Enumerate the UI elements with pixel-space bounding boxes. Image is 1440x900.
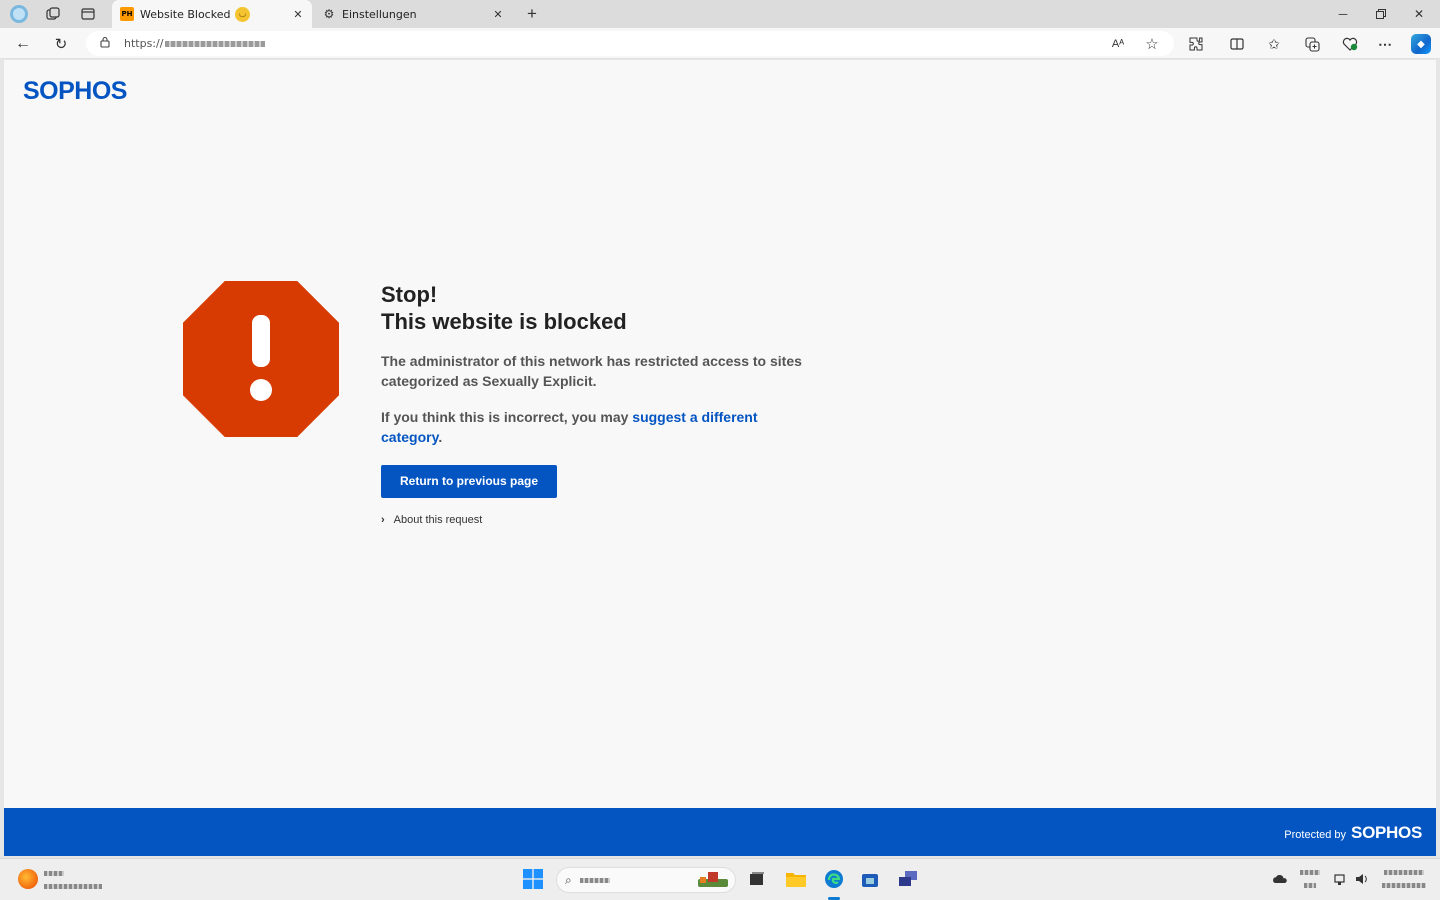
favorite-star-icon[interactable]: ☆ <box>1142 34 1162 54</box>
emoji-face-icon: ◡ <box>235 6 250 22</box>
edge-browser-icon[interactable] <box>822 867 846 891</box>
return-to-previous-page-button[interactable]: Return to previous page <box>381 465 558 498</box>
url-text: https:// <box>124 37 266 50</box>
tab-actions-icon[interactable] <box>77 4 99 24</box>
weather-text-redacted <box>44 871 64 876</box>
protected-by: Protected by SOPHOS <box>1284 823 1422 843</box>
browser-essentials-icon[interactable] <box>1340 34 1360 54</box>
extensions-icon[interactable] <box>1186 34 1206 54</box>
search-placeholder-redacted <box>579 877 610 883</box>
weather-text-redacted <box>44 884 102 889</box>
restriction-message: The administrator of this network has re… <box>381 353 802 389</box>
sophos-logo: SOPHOS <box>23 77 127 105</box>
clock-time-redacted[interactable] <box>1384 870 1424 875</box>
copilot-icon[interactable]: ◆ <box>1411 34 1431 54</box>
about-request-label: About this request <box>393 514 483 526</box>
suggest-message: If you think this is incorrect, you may … <box>381 407 821 447</box>
about-request-toggle[interactable]: › About this request <box>381 514 821 526</box>
volume-icon[interactable] <box>1353 870 1371 888</box>
chevron-right-icon: › <box>381 514 385 526</box>
refresh-icon[interactable]: ↻ <box>51 34 71 54</box>
onedrive-cloud-icon[interactable] <box>1270 871 1290 887</box>
network-icon[interactable] <box>1332 870 1350 888</box>
split-screen-icon[interactable] <box>1227 34 1247 54</box>
url-redacted <box>165 41 266 47</box>
sophos-footer: Protected by SOPHOS <box>4 808 1436 856</box>
search-highlight-icon[interactable] <box>695 868 731 890</box>
page-title-blocked: This website is blocked <box>381 309 627 334</box>
tab-title: Website Blocked <box>140 7 231 21</box>
search-icon: ⌕ <box>565 872 572 887</box>
tab-website-blocked[interactable]: PH Website Blocked ◡ ✕ <box>112 0 312 28</box>
collections-icon[interactable] <box>1302 34 1322 54</box>
new-tab-button[interactable]: + <box>521 4 543 24</box>
tab-einstellungen[interactable]: ⚙ Einstellungen ✕ <box>314 0 512 28</box>
clock-date-redacted <box>1382 883 1426 888</box>
task-view-icon[interactable] <box>747 869 767 889</box>
more-options-icon[interactable]: ⋯ <box>1375 34 1395 54</box>
file-explorer-icon[interactable] <box>785 868 807 890</box>
back-icon[interactable]: ← <box>13 34 33 54</box>
language-indicator-redacted <box>1304 883 1316 888</box>
protected-by-label: Protected by <box>1284 829 1347 841</box>
close-tab-icon[interactable]: ✕ <box>490 8 506 21</box>
suggest-suffix: . <box>438 429 443 445</box>
restore-icon[interactable] <box>1371 5 1391 23</box>
language-indicator-redacted[interactable] <box>1300 870 1320 875</box>
gear-icon: ⚙ <box>323 7 335 21</box>
blocked-page: SOPHOS Stop! This website is blocked The… <box>4 60 1436 856</box>
stop-warning-icon <box>183 281 339 437</box>
browser-toolbar: ← ↻ https:// Aᴬ ☆ ✩ ⋯ ◆ <box>0 28 1440 59</box>
favorites-icon[interactable]: ✩ <box>1264 34 1284 54</box>
close-tab-icon[interactable]: ✕ <box>290 8 306 21</box>
page-title-stop: Stop! <box>381 282 438 307</box>
pornhub-favicon-icon: PH <box>120 7 134 21</box>
address-bar[interactable]: https:// <box>86 31 1174 56</box>
read-aloud-icon[interactable]: Aᴬ <box>1108 34 1128 54</box>
close-window-icon[interactable]: ✕ <box>1409 5 1429 23</box>
store-icon[interactable] <box>859 868 881 890</box>
windows-start-icon[interactable] <box>522 868 544 890</box>
remote-desktop-icon[interactable] <box>897 868 919 890</box>
browser-tab-strip: PH Website Blocked ◡ ✕ ⚙ Einstellungen ✕… <box>0 0 1440 28</box>
windows-taskbar: ⌕ <box>0 858 1440 900</box>
profile-avatar-icon[interactable] <box>8 4 30 24</box>
workspaces-icon[interactable] <box>42 4 64 24</box>
suggest-prefix: If you think this is incorrect, you may <box>381 409 633 425</box>
block-message-content: Stop! This website is blocked The admini… <box>381 281 821 526</box>
lock-icon <box>100 36 114 51</box>
footer-sophos-logo: SOPHOS <box>1351 823 1422 842</box>
minimize-icon[interactable]: ─ <box>1333 5 1353 23</box>
weather-widget-icon[interactable] <box>18 869 38 889</box>
tab-title: Einstellungen <box>342 7 417 21</box>
